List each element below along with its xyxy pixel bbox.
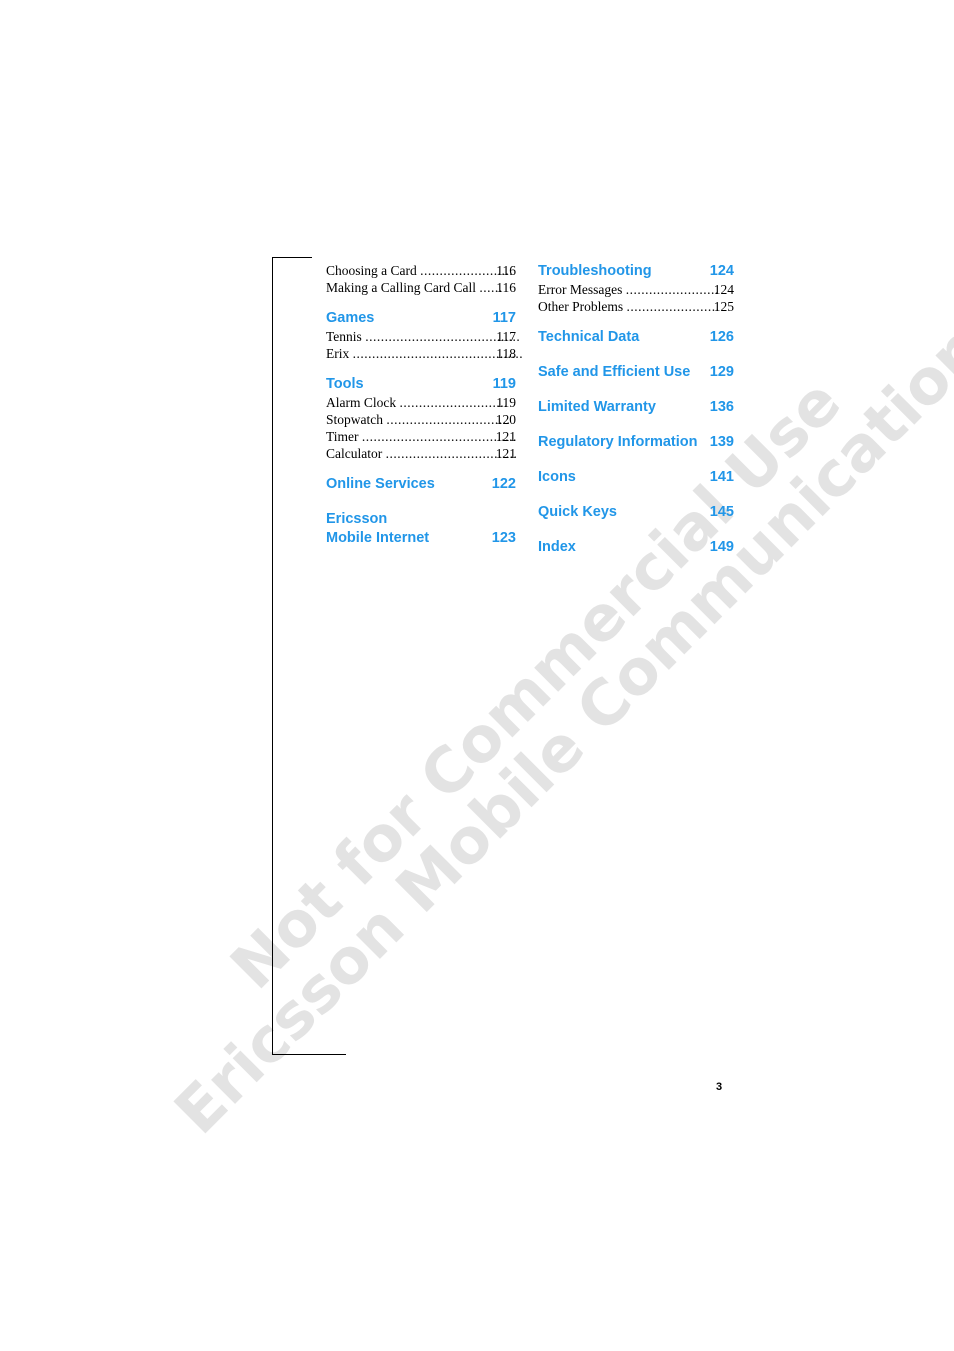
toc-entry-label: Stopwatch: [326, 412, 383, 427]
toc-heading-label: Quick Keys: [538, 504, 617, 520]
toc-heading-page: 136: [709, 399, 734, 415]
toc-heading-quick-keys[interactable]: Quick Keys 145: [538, 503, 734, 522]
toc-entry-timer[interactable]: Timer ..................................…: [326, 428, 516, 445]
toc-heading-label: Icons: [538, 469, 576, 485]
toc-heading-label: Limited Warranty: [538, 399, 656, 415]
toc-entry-page: 120: [495, 412, 516, 427]
toc-entry-alarm-clock[interactable]: Alarm Clock ............................…: [326, 394, 516, 411]
toc-heading-label: Troubleshooting: [538, 263, 652, 279]
toc-heading-safe-and-efficient-use[interactable]: Safe and Efficient Use 129: [538, 363, 734, 382]
toc-heading-page: 141: [709, 469, 734, 485]
toc-entry-label: Other Problems: [538, 299, 624, 314]
toc-heading-page: 149: [709, 539, 734, 555]
toc-heading-label: Tools: [326, 376, 364, 392]
toc-entry-erix[interactable]: Erix ...................................…: [326, 345, 523, 362]
toc-heading-regulatory-information[interactable]: Regulatory Information 139: [538, 433, 734, 452]
toc-heading-label: Games: [326, 310, 375, 326]
toc-heading-limited-warranty[interactable]: Limited Warranty 136: [538, 398, 734, 417]
toc-heading-page: 123: [491, 530, 516, 546]
toc-entry-page: 116: [496, 263, 516, 278]
toc-entry-label: Choosing a Card: [326, 263, 417, 278]
toc-entry-dots: ................................: [386, 412, 511, 427]
toc-heading-page: 117: [492, 310, 516, 326]
toc-entry-label: Error Messages: [538, 282, 623, 297]
toc-heading-label: Mobile Internet: [326, 530, 430, 546]
toc-right-column: Troubleshooting 124 Error Messages .....…: [538, 262, 734, 557]
toc-heading-ericsson-mobile-internet-line2[interactable]: Mobile Internet 123: [326, 529, 516, 548]
rule-bottom: [272, 1054, 346, 1055]
toc-entry-dots: ............................: [399, 395, 508, 410]
toc-entry-dots: ........................: [626, 299, 720, 314]
toc-entry-page: 116: [496, 280, 516, 295]
watermark-line-1: Not for Commercial Use: [216, 364, 855, 1003]
toc-heading-tools[interactable]: Tools 119: [326, 375, 516, 394]
toc-heading-page: 124: [709, 263, 734, 279]
toc-entry-label: Erix: [326, 346, 350, 361]
page-number: 3: [716, 1081, 723, 1093]
toc-heading-page: 119: [492, 376, 516, 392]
toc-heading-page: 122: [491, 476, 516, 492]
toc-left-column: Choosing a Card ........................…: [326, 262, 523, 548]
toc-heading-page: 145: [709, 504, 734, 520]
toc-entry-choosing-a-card[interactable]: Choosing a Card ........................…: [326, 262, 516, 279]
toc-entry-calculator[interactable]: Calculator .............................…: [326, 445, 517, 462]
toc-entry-page: 119: [496, 395, 516, 410]
toc-heading-ericsson-mobile-internet-line1[interactable]: Ericsson: [326, 510, 516, 529]
toc-entry-page: 121: [495, 429, 516, 444]
toc-heading-label: Safe and Efficient Use: [538, 364, 691, 380]
toc-heading-page: 139: [709, 434, 734, 450]
toc-entry-page: 121: [495, 446, 516, 461]
toc-page: Not for Commercial Use Ericsson Mobile C…: [0, 0, 954, 1351]
watermark: Not for Commercial Use Ericsson Mobile C…: [0, 0, 954, 1351]
toc-heading-games[interactable]: Games 117: [326, 309, 516, 328]
toc-heading-index[interactable]: Index 149: [538, 538, 734, 557]
toc-entry-page: 117: [496, 329, 516, 344]
toc-heading-page: 126: [709, 329, 734, 345]
toc-entry-page: 125: [713, 299, 734, 314]
toc-heading-online-services[interactable]: Online Services 122: [326, 475, 516, 494]
toc-entry-page: 124: [713, 282, 734, 297]
toc-entry-label: Calculator: [326, 446, 383, 461]
toc-heading-label: Index: [538, 539, 576, 555]
toc-heading-label: Regulatory Information: [538, 434, 698, 450]
toc-entry-page: 118: [496, 346, 516, 361]
toc-entry-stopwatch[interactable]: Stopwatch ..............................…: [326, 411, 516, 428]
toc-heading-technical-data[interactable]: Technical Data 126: [538, 328, 734, 347]
toc-entry-tennis[interactable]: Tennis .................................…: [326, 328, 520, 345]
toc-heading-page: 129: [709, 364, 734, 380]
toc-entry-other-problems[interactable]: Other Problems ........................ …: [538, 298, 734, 315]
toc-entry-label: Making a Calling Card Call: [326, 280, 476, 295]
toc-heading-troubleshooting[interactable]: Troubleshooting 124: [538, 262, 734, 281]
toc-entry-dots: ........................................: [361, 429, 517, 444]
toc-heading-icons[interactable]: Icons 141: [538, 468, 734, 487]
toc-entry-label: Alarm Clock: [326, 395, 397, 410]
toc-entry-label: Tennis: [326, 329, 362, 344]
toc-heading-label: Ericsson: [326, 511, 388, 527]
toc-entry-label: Timer: [326, 429, 359, 444]
toc-entry-dots: ........................: [625, 282, 719, 297]
toc-entry-making-a-calling-card-call[interactable]: Making a Calling Card Call ...... 116: [326, 279, 516, 296]
toc-heading-label: Online Services: [326, 476, 435, 492]
rule-left: [272, 257, 273, 1055]
rule-top: [272, 257, 312, 258]
toc-entry-error-messages[interactable]: Error Messages ........................ …: [538, 281, 734, 298]
toc-heading-label: Technical Data: [538, 329, 640, 345]
